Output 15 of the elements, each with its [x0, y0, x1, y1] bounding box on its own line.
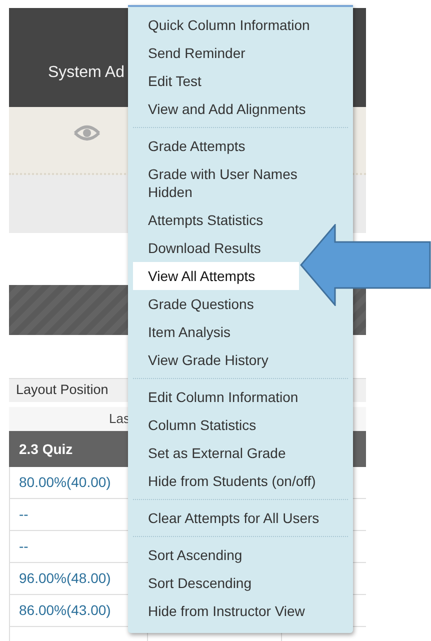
menu-item[interactable]: Quick Column Information: [133, 11, 325, 39]
menu-item[interactable]: View and Add Alignments: [133, 95, 321, 123]
column-heading[interactable]: 2.3 Quiz: [9, 438, 73, 460]
user-name: System Ad: [48, 63, 124, 83]
menu-item[interactable]: View Grade History: [133, 346, 284, 374]
menu-item[interactable]: Set as External Grade: [133, 439, 301, 467]
menu-item[interactable]: Grade with User Names Hidden: [133, 160, 348, 206]
menu-item[interactable]: Send Reminder: [133, 39, 260, 67]
menu-item[interactable]: Grade Questions: [133, 290, 269, 318]
menu-item[interactable]: Grade Attempts: [133, 132, 260, 160]
menu-item[interactable]: View All Attempts: [133, 262, 299, 290]
menu-item[interactable]: Edit Test: [133, 67, 216, 95]
menu-item[interactable]: Download Results: [133, 234, 276, 262]
menu-item[interactable]: Item Analysis: [133, 318, 246, 346]
menu-item[interactable]: Attempts Statistics: [133, 206, 278, 234]
